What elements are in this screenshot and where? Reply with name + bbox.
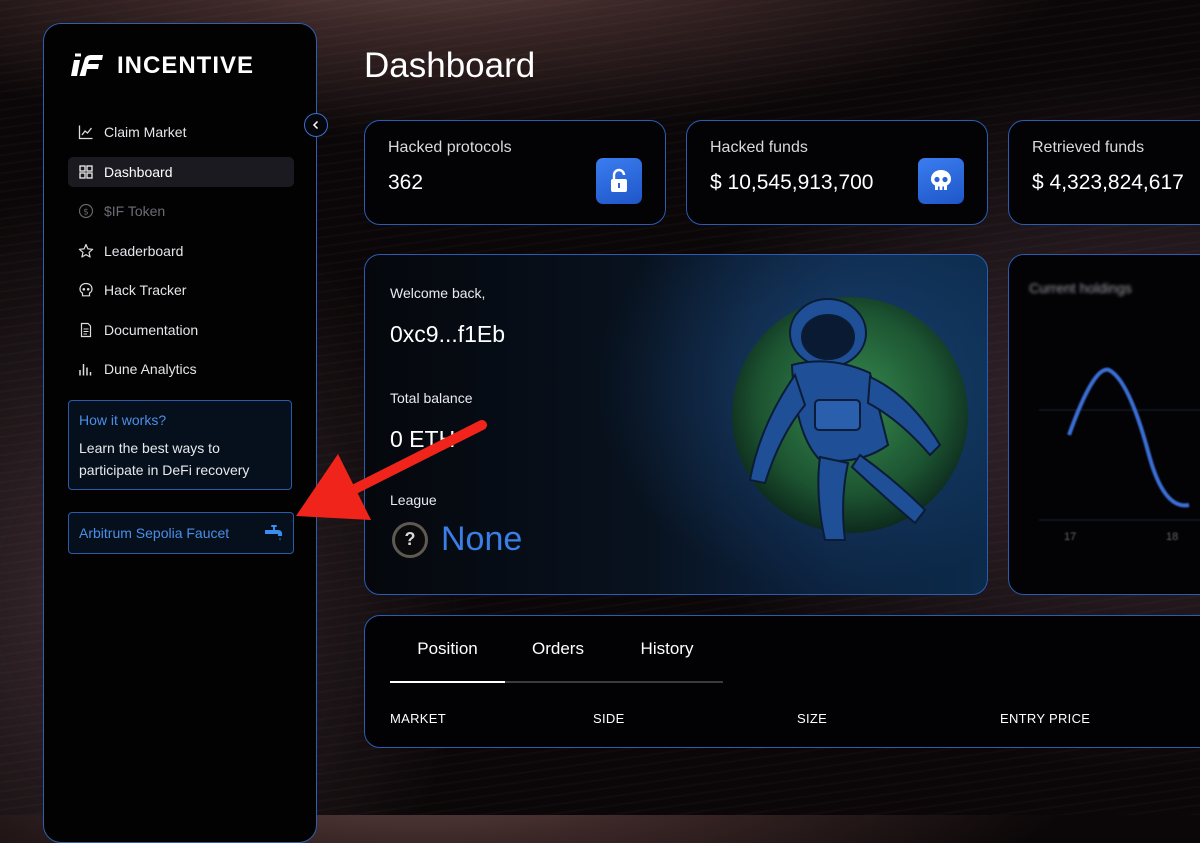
sidebar-nav: Claim Market Dashboard $ $IF Token Leade…	[68, 117, 294, 394]
positions-panel: Position Orders History MARKET SIDE SIZE…	[364, 615, 1200, 748]
chart-series-line	[1067, 367, 1190, 508]
sidebar-item-documentation[interactable]: Documentation	[68, 315, 294, 345]
sidebar-item-dune-analytics[interactable]: Dune Analytics	[68, 354, 294, 384]
chevron-left-icon	[312, 120, 319, 130]
column-header-entry-price[interactable]: ENTRY PRICE	[1000, 711, 1090, 726]
tab-position[interactable]: Position	[390, 616, 505, 683]
league-badge-icon: ?	[392, 521, 428, 558]
stat-card-retrieved-funds: Retrieved funds $ 4,323,824,617	[1008, 120, 1200, 225]
sidebar-item-label: Claim Market	[104, 124, 187, 140]
column-header-side[interactable]: SIDE	[593, 711, 625, 726]
column-header-market[interactable]: MARKET	[390, 711, 446, 726]
faucet-icon	[265, 525, 282, 541]
unlock-icon	[596, 158, 642, 204]
tab-history[interactable]: History	[611, 616, 723, 681]
sidebar-item-label: Leaderboard	[104, 242, 184, 259]
sidebar-collapse-button[interactable]	[304, 113, 328, 137]
welcome-card: Welcome back, 0xc9...f1Eb Total balance …	[364, 254, 988, 595]
dollar-circle-icon: $	[78, 203, 94, 219]
skull-icon	[79, 282, 93, 297]
total-balance-label: Total balance	[390, 390, 473, 406]
logo[interactable]: INCENTIVE	[71, 52, 254, 80]
sidebar: INCENTIVE Claim Market Dashboard $ $IF T…	[43, 23, 317, 843]
chart-line-icon	[78, 125, 93, 140]
tab-bar: Position Orders History	[390, 616, 723, 683]
star-icon	[78, 243, 94, 258]
faucet-label: Arbitrum Sepolia Faucet	[79, 525, 230, 541]
app-name: INCENTIVE	[117, 52, 255, 79]
svg-text:$: $	[83, 208, 89, 218]
bar-chart-icon	[79, 364, 92, 376]
league-row: ? None	[392, 520, 522, 559]
sidebar-item-label: Hack Tracker	[104, 282, 187, 298]
astronaut-illustration	[732, 297, 968, 541]
page-title: Dashboard	[364, 46, 536, 85]
how-it-works-body: Learn the best ways to participate in De…	[79, 440, 250, 478]
wallet-address: 0xc9...f1Eb	[390, 321, 506, 347]
chart-x-tick: 18	[1166, 531, 1178, 543]
grid-icon	[79, 164, 93, 179]
stat-label: Hacked funds	[710, 139, 808, 156]
sidebar-item-hack-tracker[interactable]: Hack Tracker	[68, 275, 294, 305]
sidebar-item-label: Dune Analytics	[104, 361, 197, 377]
column-header-size[interactable]: SIZE	[797, 711, 827, 726]
sidebar-item-label: Dashboard	[104, 163, 173, 180]
league-label: League	[390, 492, 437, 508]
chart-x-tick: 17	[1064, 531, 1076, 543]
current-holdings-card: Current holdings 17 18	[1008, 254, 1200, 595]
sidebar-item-label: $IF Token	[104, 203, 166, 219]
total-balance-value: 0 ETH	[390, 426, 456, 452]
stat-label: Hacked protocols	[388, 139, 512, 156]
sidebar-item-dashboard[interactable]: Dashboard	[68, 156, 294, 187]
how-it-works-title[interactable]: How it works?	[79, 412, 281, 428]
faucet-button[interactable]: Arbitrum Sepolia Faucet	[68, 512, 294, 554]
stat-value: $ 4,323,824,617	[1032, 171, 1184, 194]
league-value: None	[441, 520, 523, 558]
stat-card-hacked-protocols: Hacked protocols 362	[364, 120, 666, 225]
incentive-logo-icon	[71, 53, 103, 76]
holdings-chart: 17 18	[1039, 367, 1200, 543]
stat-card-hacked-funds: Hacked funds $ 10,545,913,700	[686, 120, 988, 225]
skull-icon	[918, 158, 964, 204]
sidebar-item-leaderboard[interactable]: Leaderboard	[68, 236, 294, 266]
document-icon	[80, 322, 92, 337]
how-it-works-card[interactable]: How it works? Learn the best ways to par…	[68, 400, 292, 490]
sidebar-item-if-token[interactable]: $ $IF Token	[68, 196, 294, 226]
tab-orders[interactable]: Orders	[505, 616, 611, 681]
welcome-greeting: Welcome back,	[390, 285, 486, 301]
stat-label: Retrieved funds	[1032, 139, 1145, 156]
sidebar-item-label: Documentation	[104, 321, 199, 338]
sidebar-item-claim-market[interactable]: Claim Market	[68, 117, 294, 147]
